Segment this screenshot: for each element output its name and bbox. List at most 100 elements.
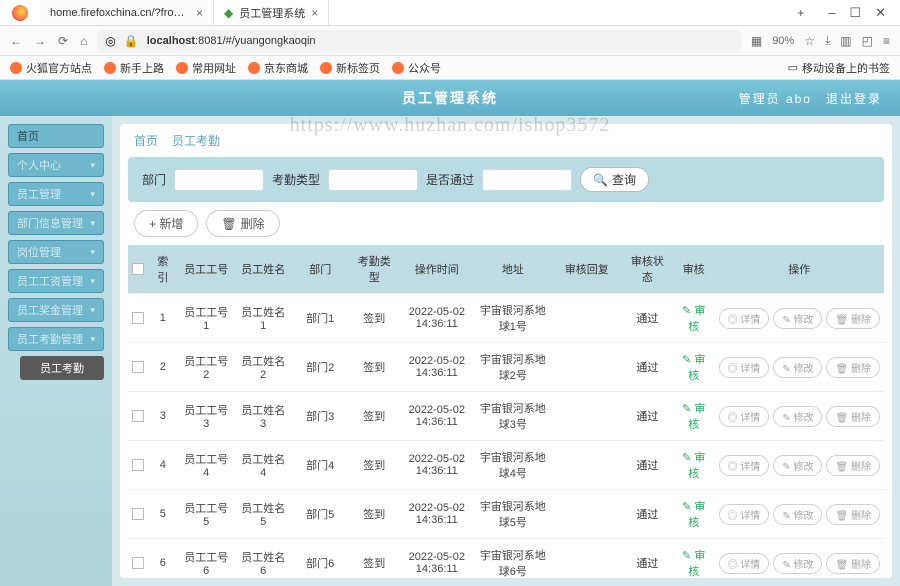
mobile-bookmarks[interactable]: ▭移动设备上的书签	[788, 60, 890, 76]
row-delete-button[interactable]: 🗑 删除	[826, 406, 879, 427]
folder-icon: ▭	[788, 61, 798, 74]
sidebar-item[interactable]: 员工考勤管理▾	[8, 327, 104, 351]
search-icon: 🔍	[593, 173, 608, 187]
sidebar-sub-item[interactable]: 员工考勤	[20, 356, 104, 380]
bookmark-icon	[10, 62, 22, 74]
row-checkbox[interactable]	[132, 312, 144, 324]
detail-button[interactable]: ◎ 详情	[719, 406, 770, 427]
detail-button[interactable]: ◎ 详情	[719, 553, 770, 574]
bookmark-item[interactable]: 京东商城	[248, 60, 308, 76]
column-header: 员工姓名	[235, 245, 292, 294]
close-icon[interactable]: ✕	[875, 5, 886, 21]
sidebar: 首页个人中心▾ 员工管理▾ 部门信息管理▾ 岗位管理▾ 员工工资管理▾ 员工奖金管理▾ 员工…	[0, 116, 112, 586]
row-checkbox[interactable]	[132, 508, 144, 520]
column-header: 操作时间	[400, 245, 474, 294]
sidebar-item[interactable]: 岗位管理▾	[8, 240, 104, 264]
reload-icon[interactable]: ⟳	[58, 34, 68, 48]
table-row: 4员工工号4员工姓名4部门4签到2022-05-0214:36:11宇宙银河系地…	[128, 441, 884, 490]
audit-link[interactable]: ✎ 审核	[682, 403, 705, 431]
edit-button[interactable]: ✎ 修改	[773, 406, 822, 427]
browser-tab[interactable]: home.firefoxchina.cn/?from=ext×	[40, 0, 214, 25]
bookmarks-bar: 火狐官方站点新手上路常用网址京东商城新标签页公众号 ▭移动设备上的书签	[0, 56, 900, 80]
zoom-level[interactable]: 90%	[772, 35, 794, 47]
column-header: 审核状态	[622, 245, 673, 294]
edit-button[interactable]: ✎ 修改	[773, 553, 822, 574]
audit-link[interactable]: ✎ 审核	[682, 354, 705, 382]
logout-link[interactable]: 退出登录	[826, 90, 882, 107]
tab-close-icon[interactable]: ×	[311, 6, 318, 20]
menu-icon[interactable]: ≡	[883, 34, 890, 48]
home-icon[interactable]: ⌂	[80, 34, 87, 48]
audit-link[interactable]: ✎ 审核	[682, 305, 705, 333]
browser-tab[interactable]: ◆员工管理系统×	[214, 0, 329, 25]
sidebar-item[interactable]: 员工工资管理▾	[8, 269, 104, 293]
audit-link[interactable]: ✎ 审核	[682, 452, 705, 480]
filter-passed-input[interactable]	[482, 169, 572, 191]
column-header: 索引	[148, 245, 178, 294]
sidebar-item[interactable]: 员工奖金管理▾	[8, 298, 104, 322]
chevron-down-icon: ▾	[90, 276, 95, 287]
edit-button[interactable]: ✎ 修改	[773, 357, 822, 378]
firefox-logo	[0, 5, 40, 21]
row-delete-button[interactable]: 🗑 删除	[826, 308, 879, 329]
back-icon[interactable]: ←	[10, 34, 22, 48]
forward-icon[interactable]: →	[34, 34, 46, 48]
column-header: 考勤类型	[349, 245, 400, 294]
tab-close-icon[interactable]: ×	[196, 6, 203, 20]
query-button[interactable]: 🔍查询	[580, 167, 649, 192]
edit-button[interactable]: ✎ 修改	[773, 308, 822, 329]
bookmark-item[interactable]: 新标签页	[320, 60, 380, 76]
row-delete-button[interactable]: 🗑 删除	[826, 504, 879, 525]
row-checkbox[interactable]	[132, 557, 144, 569]
maximize-icon[interactable]: ☐	[849, 5, 861, 21]
bookmark-item[interactable]: 常用网址	[176, 60, 236, 76]
detail-button[interactable]: ◎ 详情	[719, 308, 770, 329]
row-checkbox[interactable]	[132, 459, 144, 471]
detail-button[interactable]: ◎ 详情	[719, 357, 770, 378]
window-titlebar: home.firefoxchina.cn/?from=ext×◆员工管理系统× …	[0, 0, 900, 26]
column-header: 审核回复	[552, 245, 622, 294]
admin-label[interactable]: 管理员 abo	[739, 90, 812, 107]
crumb-current[interactable]: 员工考勤	[172, 132, 220, 149]
bookmark-item[interactable]: 火狐官方站点	[10, 60, 92, 76]
extensions-icon[interactable]: ◰	[862, 34, 873, 48]
filter-type-input[interactable]	[328, 169, 418, 191]
audit-link[interactable]: ✎ 审核	[682, 550, 705, 578]
edit-button[interactable]: ✎ 修改	[773, 504, 822, 525]
row-delete-button[interactable]: 🗑 删除	[826, 553, 879, 574]
delete-button[interactable]: 🗑删除	[206, 210, 279, 237]
table-row: 3员工工号3员工姓名3部门3签到2022-05-0214:36:11宇宙银河系地…	[128, 392, 884, 441]
sidebar-item[interactable]: 部门信息管理▾	[8, 211, 104, 235]
row-delete-button[interactable]: 🗑 删除	[826, 455, 879, 476]
detail-button[interactable]: ◎ 详情	[719, 504, 770, 525]
row-checkbox[interactable]	[132, 410, 144, 422]
bookmark-icon	[320, 62, 332, 74]
sidebar-item[interactable]: 首页	[8, 124, 104, 148]
column-header: 地址	[474, 245, 552, 294]
add-button[interactable]: + 新增	[134, 210, 198, 237]
library-icon[interactable]: ▥	[840, 34, 851, 48]
sidebar-item[interactable]: 员工管理▾	[8, 182, 104, 206]
star-icon[interactable]: ☆	[804, 34, 815, 48]
table-row: 5员工工号5员工姓名5部门5签到2022-05-0214:36:11宇宙银河系地…	[128, 490, 884, 539]
filter-dept-input[interactable]	[174, 169, 264, 191]
minimize-icon[interactable]: –	[828, 5, 835, 21]
chevron-down-icon: ▾	[90, 334, 95, 345]
audit-link[interactable]: ✎ 审核	[682, 501, 705, 529]
bookmark-item[interactable]: 新手上路	[104, 60, 164, 76]
row-delete-button[interactable]: 🗑 删除	[826, 357, 879, 378]
bookmark-item[interactable]: 公众号	[392, 60, 441, 76]
qr-icon[interactable]: ▦	[751, 34, 762, 48]
main-panel: 首页 员工考勤 部门 考勤类型 是否通过 🔍查询 + 新增 🗑删除 索引员工工号…	[120, 124, 892, 578]
edit-button[interactable]: ✎ 修改	[773, 455, 822, 476]
breadcrumb: 首页 员工考勤	[120, 124, 892, 157]
download-icon[interactable]: ⤓	[825, 33, 830, 48]
row-checkbox[interactable]	[132, 361, 144, 373]
sidebar-item[interactable]: 个人中心▾	[8, 153, 104, 177]
filter-type-label: 考勤类型	[272, 171, 320, 188]
detail-button[interactable]: ◎ 详情	[719, 455, 770, 476]
checkbox-all[interactable]	[132, 263, 144, 275]
url-input[interactable]: ◎ 🔒 localhost:8081/#/yuangongkaoqin	[97, 30, 741, 52]
crumb-home[interactable]: 首页	[134, 132, 158, 149]
new-tab-button[interactable]: +	[787, 6, 814, 20]
